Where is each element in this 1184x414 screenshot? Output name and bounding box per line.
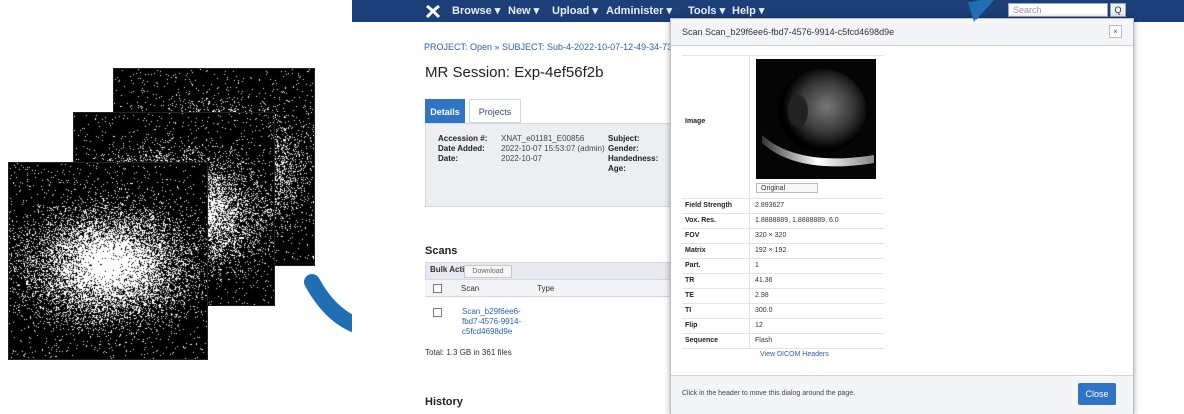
nav-administer[interactable]: Administer ▾	[606, 4, 672, 17]
property-row: Vox. Res. 1.8888889, 1.8888889, 6.0	[682, 213, 884, 229]
property-label: Part.	[685, 262, 701, 269]
scans-total: Total: 1.3 GB in 361 files	[425, 348, 512, 357]
property-row: FOV 320 × 320	[682, 228, 884, 244]
image-type-select[interactable]: Original	[756, 183, 818, 193]
column-type[interactable]: Type	[537, 284, 554, 293]
property-label: Flip	[685, 322, 698, 329]
close-icon[interactable]: ×	[1109, 25, 1122, 38]
property-row: Flip 12	[682, 318, 884, 334]
property-label: Sequence	[685, 337, 719, 344]
subject-label: Subject:	[608, 134, 640, 143]
tab-projects[interactable]: Projects	[469, 99, 521, 123]
column-scan[interactable]: Scan	[461, 284, 479, 293]
row-divider	[749, 318, 750, 333]
history-title: History	[425, 396, 463, 408]
view-dicom-headers-link[interactable]: View DICOM Headers	[760, 351, 829, 358]
search-input[interactable]: Search	[1008, 3, 1108, 17]
row-divider	[749, 333, 750, 348]
date-added-label: Date Added:	[438, 144, 485, 153]
date-added-value: 2022-10-07 15:53:07 (admin)	[501, 144, 605, 153]
page-title: MR Session: Exp-4ef56f2b	[425, 64, 604, 81]
property-label: TR	[685, 277, 695, 284]
image-label: Image	[685, 118, 706, 125]
gender-label: Gender:	[608, 144, 639, 153]
dialog-title: Scan Scan_b29f6ee6-fbd7-4576-9914-c5fcd4…	[682, 27, 895, 37]
dialog-header[interactable]: Scan Scan_b29f6ee6-fbd7-4576-9914-c5fcd4…	[671, 19, 1133, 46]
property-row: Field Strength 2.893627	[682, 198, 884, 214]
date-value: 2022-10-07	[501, 154, 542, 163]
row-divider	[749, 258, 750, 273]
row-divider	[749, 273, 750, 288]
property-value: 320 × 320	[755, 232, 787, 239]
property-row: Sequence Flash	[682, 333, 884, 349]
nav-help[interactable]: Help ▾	[732, 4, 764, 17]
mri-slice-drawing	[756, 59, 876, 179]
dialog-footer-hint: Click in the header to move this dialog …	[682, 390, 856, 397]
nav-tools[interactable]: Tools ▾	[688, 4, 725, 17]
search-icon[interactable]: Q	[1110, 3, 1126, 17]
property-value: 300.0	[755, 307, 773, 314]
tab-details[interactable]: Details	[425, 99, 465, 123]
property-row: Matrix 192 × 192	[682, 243, 884, 259]
scan-dialog: Scan Scan_b29f6ee6-fbd7-4576-9914-c5fcd4…	[670, 18, 1134, 414]
property-value: 2.98	[755, 292, 769, 299]
property-row: Part. 1	[682, 258, 884, 274]
property-value: Flash	[755, 337, 773, 344]
date-label: Date:	[438, 154, 459, 163]
property-label: Field Strength	[685, 202, 733, 209]
nav-new[interactable]: New ▾	[508, 4, 539, 17]
property-label: TI	[685, 307, 692, 314]
handedness-label: Handedness:	[608, 154, 659, 163]
age-label: Age:	[608, 164, 626, 173]
row-divider	[749, 198, 750, 213]
property-value: 1.8888889, 1.8888889, 6.0	[755, 217, 839, 224]
row-divider	[749, 228, 750, 243]
nav-upload[interactable]: Upload ▾	[552, 4, 598, 17]
row-divider	[749, 288, 750, 303]
row-divider	[749, 243, 750, 258]
property-value: 192 × 192	[755, 247, 787, 254]
pointer-arrow-icon	[968, 0, 994, 22]
scan-snapshot-image	[756, 59, 876, 179]
property-label: Vox. Res.	[685, 217, 716, 224]
accession-label: Accession #:	[438, 134, 488, 143]
close-button[interactable]: Close	[1078, 383, 1116, 405]
scan-row-checkbox[interactable]	[433, 308, 442, 317]
noise-canvas	[9, 163, 207, 359]
property-row: TE 2.98	[682, 288, 884, 304]
kspace-image-front	[8, 162, 208, 360]
row-divider	[749, 56, 750, 198]
breadcrumb[interactable]: PROJECT: Open » SUBJECT: Sub-4-2022-10-0…	[424, 42, 703, 52]
download-button[interactable]: Download	[464, 265, 512, 278]
scan-link[interactable]: Scan_b29f6ee6-fbd7-4576-9914-c5fcd4698d9…	[462, 307, 522, 337]
row-divider	[749, 303, 750, 318]
select-all-checkbox[interactable]	[433, 284, 442, 293]
property-label: FOV	[685, 232, 700, 239]
row-divider	[749, 213, 750, 228]
scans-title: Scans	[425, 245, 458, 257]
property-label: TE	[685, 292, 694, 299]
property-row: TI 300.0	[682, 303, 884, 319]
accession-value: XNAT_e01181_E00856	[501, 134, 585, 143]
nav-browse[interactable]: Browse ▾	[452, 4, 500, 17]
property-value: 41.36	[755, 277, 773, 284]
xnat-logo-icon[interactable]	[424, 2, 442, 20]
property-row: TR 41.36	[682, 273, 884, 289]
property-label: Matrix	[685, 247, 706, 254]
property-value: 12	[755, 322, 763, 329]
property-value: 2.893627	[755, 202, 785, 209]
dialog-footer: Click in the header to move this dialog …	[671, 375, 1133, 414]
property-value: 1	[755, 262, 759, 269]
